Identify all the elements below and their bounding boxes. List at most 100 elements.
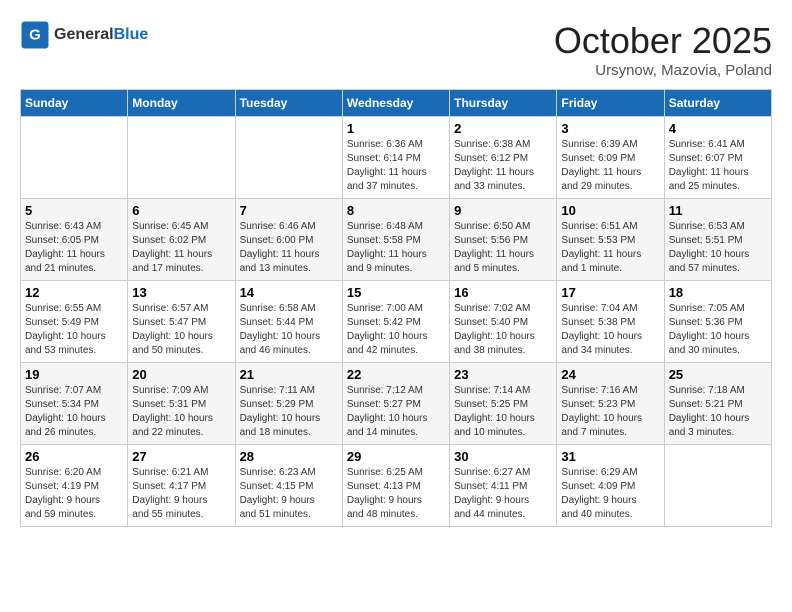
day-number: 31 xyxy=(561,449,659,464)
day-number: 27 xyxy=(132,449,230,464)
day-number: 19 xyxy=(25,367,123,382)
day-info: Sunrise: 7:07 AM Sunset: 5:34 PM Dayligh… xyxy=(25,384,123,440)
day-info: Sunrise: 6:46 AM Sunset: 6:00 PM Dayligh… xyxy=(240,220,338,276)
calendar-cell: 27Sunrise: 6:21 AM Sunset: 4:17 PM Dayli… xyxy=(128,445,235,527)
day-info: Sunrise: 6:43 AM Sunset: 6:05 PM Dayligh… xyxy=(25,220,123,276)
day-info: Sunrise: 7:18 AM Sunset: 5:21 PM Dayligh… xyxy=(669,384,767,440)
day-number: 29 xyxy=(347,449,445,464)
day-info: Sunrise: 6:20 AM Sunset: 4:19 PM Dayligh… xyxy=(25,466,123,522)
day-number: 18 xyxy=(669,285,767,300)
title-block: October 2025 Ursynow, Mazovia, Poland xyxy=(554,20,772,79)
calendar-cell: 24 Sunrise: 7:16 AM Sunset: 5:23 PM Dayli… xyxy=(557,363,664,445)
weekday-header-wednesday: Wednesday xyxy=(342,90,449,117)
calendar-cell: 10Sunrise: 6:51 AM Sunset: 5:53 PM Dayli… xyxy=(557,199,664,281)
day-info: Sunrise: 6:51 AM Sunset: 5:53 PM Dayligh… xyxy=(561,220,659,276)
calendar-cell: 12Sunrise: 6:55 AM Sunset: 5:49 PM Dayli… xyxy=(21,281,128,363)
logo: G General Blue xyxy=(20,20,148,50)
calendar-cell: 14Sunrise: 6:58 AM Sunset: 5:44 PM Dayli… xyxy=(235,281,342,363)
svg-text:G: G xyxy=(29,27,41,44)
day-number: 8 xyxy=(347,203,445,218)
location-title: Ursynow, Mazovia, Poland xyxy=(554,62,772,79)
calendar-week-row: 26Sunrise: 6:20 AM Sunset: 4:19 PM Dayli… xyxy=(21,445,772,527)
day-info: Sunrise: 6:58 AM Sunset: 5:44 PM Dayligh… xyxy=(240,302,338,358)
weekday-header-tuesday: Tuesday xyxy=(235,90,342,117)
day-number: 24 xyxy=(561,367,659,382)
calendar-cell: 13Sunrise: 6:57 AM Sunset: 5:47 PM Dayli… xyxy=(128,281,235,363)
day-number: 6 xyxy=(132,203,230,218)
calendar-week-row: 19 Sunrise: 7:07 AM Sunset: 5:34 PM Dayli… xyxy=(21,363,772,445)
day-number: 20 xyxy=(132,367,230,382)
logo-general: General xyxy=(54,26,114,44)
day-number: 4 xyxy=(669,121,767,136)
day-info: Sunrise: 6:23 AM Sunset: 4:15 PM Dayligh… xyxy=(240,466,338,522)
calendar-cell: 22Sunrise: 7:12 AM Sunset: 5:27 PM Dayli… xyxy=(342,363,449,445)
day-number: 11 xyxy=(669,203,767,218)
day-number: 30 xyxy=(454,449,552,464)
logo-icon: G xyxy=(20,20,50,50)
day-info: Sunrise: 6:38 AM Sunset: 6:12 PM Dayligh… xyxy=(454,138,552,194)
calendar-cell: 5Sunrise: 6:43 AM Sunset: 6:05 PM Daylig… xyxy=(21,199,128,281)
logo-blue: Blue xyxy=(114,26,149,44)
day-info: Sunrise: 7:00 AM Sunset: 5:42 PM Dayligh… xyxy=(347,302,445,358)
day-number: 1 xyxy=(347,121,445,136)
day-number: 16 xyxy=(454,285,552,300)
day-info: Sunrise: 7:02 AM Sunset: 5:40 PM Dayligh… xyxy=(454,302,552,358)
calendar-week-row: 12Sunrise: 6:55 AM Sunset: 5:49 PM Dayli… xyxy=(21,281,772,363)
day-info: Sunrise: 6:50 AM Sunset: 5:56 PM Dayligh… xyxy=(454,220,552,276)
day-number: 13 xyxy=(132,285,230,300)
day-number: 25 xyxy=(669,367,767,382)
day-info: Sunrise: 6:27 AM Sunset: 4:11 PM Dayligh… xyxy=(454,466,552,522)
calendar-week-row: 5Sunrise: 6:43 AM Sunset: 6:05 PM Daylig… xyxy=(21,199,772,281)
calendar-cell xyxy=(21,117,128,199)
calendar-cell: 17 Sunrise: 7:04 AM Sunset: 5:38 PM Dayli… xyxy=(557,281,664,363)
day-info: Sunrise: 6:48 AM Sunset: 5:58 PM Dayligh… xyxy=(347,220,445,276)
day-info: Sunrise: 6:45 AM Sunset: 6:02 PM Dayligh… xyxy=(132,220,230,276)
day-number: 17 xyxy=(561,285,659,300)
day-info: Sunrise: 7:04 AM Sunset: 5:38 PM Dayligh… xyxy=(561,302,659,358)
day-info: Sunrise: 7:11 AM Sunset: 5:29 PM Dayligh… xyxy=(240,384,338,440)
day-info: Sunrise: 6:55 AM Sunset: 5:49 PM Dayligh… xyxy=(25,302,123,358)
calendar-cell: 25 Sunrise: 7:18 AM Sunset: 5:21 PM Dayli… xyxy=(664,363,771,445)
calendar-cell: 23Sunrise: 7:14 AM Sunset: 5:25 PM Dayli… xyxy=(450,363,557,445)
day-number: 7 xyxy=(240,203,338,218)
calendar-cell: 7 Sunrise: 6:46 AM Sunset: 6:00 PM Daylig… xyxy=(235,199,342,281)
day-number: 15 xyxy=(347,285,445,300)
month-title: October 2025 xyxy=(554,20,772,62)
day-number: 23 xyxy=(454,367,552,382)
day-info: Sunrise: 7:05 AM Sunset: 5:36 PM Dayligh… xyxy=(669,302,767,358)
day-info: Sunrise: 6:29 AM Sunset: 4:09 PM Dayligh… xyxy=(561,466,659,522)
calendar-cell: 16 Sunrise: 7:02 AM Sunset: 5:40 PM Dayli… xyxy=(450,281,557,363)
calendar-cell: 8 Sunrise: 6:48 AM Sunset: 5:58 PM Daylig… xyxy=(342,199,449,281)
calendar-table: SundayMondayTuesdayWednesdayThursdayFrid… xyxy=(20,89,772,527)
weekday-header-thursday: Thursday xyxy=(450,90,557,117)
weekday-header-monday: Monday xyxy=(128,90,235,117)
calendar-cell: 9 Sunrise: 6:50 AM Sunset: 5:56 PM Daylig… xyxy=(450,199,557,281)
weekday-header-friday: Friday xyxy=(557,90,664,117)
day-number: 9 xyxy=(454,203,552,218)
day-number: 2 xyxy=(454,121,552,136)
calendar-header-row: SundayMondayTuesdayWednesdayThursdayFrid… xyxy=(21,90,772,117)
calendar-cell: 21 Sunrise: 7:11 AM Sunset: 5:29 PM Dayli… xyxy=(235,363,342,445)
weekday-header-saturday: Saturday xyxy=(664,90,771,117)
day-info: Sunrise: 7:16 AM Sunset: 5:23 PM Dayligh… xyxy=(561,384,659,440)
calendar-cell: 19 Sunrise: 7:07 AM Sunset: 5:34 PM Dayli… xyxy=(21,363,128,445)
day-info: Sunrise: 7:12 AM Sunset: 5:27 PM Dayligh… xyxy=(347,384,445,440)
calendar-cell xyxy=(128,117,235,199)
calendar-cell: 20Sunrise: 7:09 AM Sunset: 5:31 PM Dayli… xyxy=(128,363,235,445)
day-info: Sunrise: 6:53 AM Sunset: 5:51 PM Dayligh… xyxy=(669,220,767,276)
day-number: 28 xyxy=(240,449,338,464)
calendar-cell: 3Sunrise: 6:39 AM Sunset: 6:09 PM Daylig… xyxy=(557,117,664,199)
calendar-cell xyxy=(664,445,771,527)
day-info: Sunrise: 6:41 AM Sunset: 6:07 PM Dayligh… xyxy=(669,138,767,194)
calendar-cell: 28 Sunrise: 6:23 AM Sunset: 4:15 PM Dayli… xyxy=(235,445,342,527)
page-header: G General Blue October 2025 Ursynow, Maz… xyxy=(20,20,772,79)
calendar-cell xyxy=(235,117,342,199)
day-info: Sunrise: 6:25 AM Sunset: 4:13 PM Dayligh… xyxy=(347,466,445,522)
calendar-cell: 15 Sunrise: 7:00 AM Sunset: 5:42 PM Dayli… xyxy=(342,281,449,363)
calendar-cell: 18 Sunrise: 7:05 AM Sunset: 5:36 PM Dayli… xyxy=(664,281,771,363)
calendar-cell: 2 Sunrise: 6:38 AM Sunset: 6:12 PM Daylig… xyxy=(450,117,557,199)
day-number: 21 xyxy=(240,367,338,382)
calendar-week-row: 1Sunrise: 6:36 AM Sunset: 6:14 PM Daylig… xyxy=(21,117,772,199)
calendar-cell: 1Sunrise: 6:36 AM Sunset: 6:14 PM Daylig… xyxy=(342,117,449,199)
calendar-cell: 4 Sunrise: 6:41 AM Sunset: 6:07 PM Daylig… xyxy=(664,117,771,199)
